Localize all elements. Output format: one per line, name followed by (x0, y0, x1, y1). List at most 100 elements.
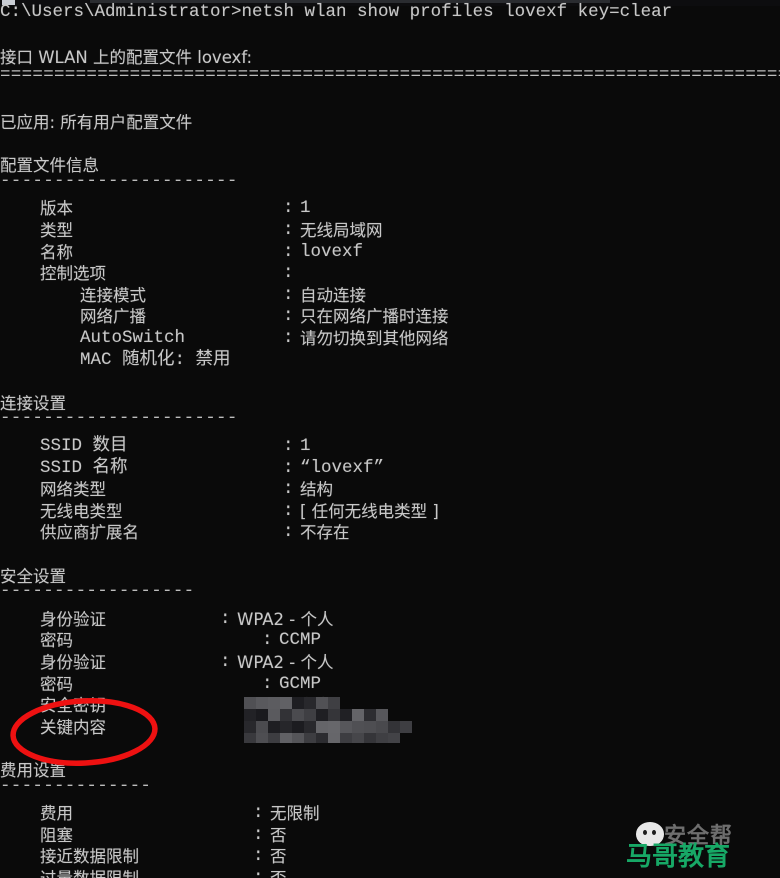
section-dash-rule: -------------- (0, 775, 152, 796)
mosaic-pixel (256, 697, 268, 709)
console-field-row: 密码: GCMP (0, 674, 780, 696)
field-colon: : (253, 824, 264, 845)
field-colon: : (283, 220, 294, 240)
field-label: 过量数据限制 (40, 868, 139, 878)
field-colon: : (283, 263, 294, 284)
field-value: [ 任何无线电类型 ] (300, 501, 439, 521)
field-value: CCMP (279, 630, 322, 651)
mosaic-pixel (268, 697, 280, 709)
blob-eye-right (652, 830, 656, 835)
field-label: AutoSwitch (80, 328, 186, 348)
field-label: 版本 (40, 199, 73, 219)
command-prompt-line: C:\Users\Administrator>netsh wlan show p… (0, 2, 673, 22)
field-value: 否 (270, 825, 287, 845)
mosaic-pixel (376, 721, 388, 733)
console-field-row: 网络类型: 结构 (0, 479, 780, 501)
field-value: 否 (270, 868, 287, 878)
field-label: 控制选项 (40, 264, 106, 284)
mosaic-pixel (316, 733, 328, 743)
section-dash-rule: ---------------------- (0, 170, 238, 191)
mosaic-pixel (400, 721, 412, 733)
console-output-surface[interactable]: C:\Users\Administrator>netsh wlan show p… (0, 2, 780, 878)
field-label: 密码 (40, 631, 73, 651)
field-value: 自动连接 (300, 285, 366, 305)
mosaic-pixel (328, 721, 340, 733)
mosaic-pixel (328, 733, 340, 743)
mosaic-redaction (244, 697, 412, 743)
mosaic-pixel (328, 709, 340, 721)
field-value: 请勿切换到其他网络 (300, 329, 449, 348)
console-field-row: AutoSwitch: 请勿切换到其他网络 (0, 328, 780, 350)
field-value: 1 (300, 436, 311, 456)
console-field-row: SSID 数目:1 (0, 436, 780, 458)
field-value: WPA2 - 个人 (237, 609, 334, 629)
field-label: 密码 (40, 674, 73, 694)
mosaic-pixel (256, 721, 268, 733)
console-field-row: MAC 随机化: 禁用 (0, 350, 780, 372)
field-label: 关键内容 (40, 717, 106, 737)
mosaic-pixel (352, 733, 364, 743)
mosaic-pixel (280, 733, 292, 743)
mosaic-pixel (364, 733, 376, 743)
field-colon: : (283, 198, 294, 219)
console-line: 已应用: 所有用户配置文件 (0, 112, 780, 134)
console-field-row: 控制选项: (0, 263, 780, 285)
field-value: lovexf (300, 241, 364, 262)
console-line: C:\Users\Administrator>netsh wlan show p… (0, 2, 780, 24)
mosaic-pixel (304, 709, 316, 721)
field-colon: : (283, 457, 294, 478)
mosaic-pixel (268, 721, 280, 733)
field-colon: : (283, 328, 294, 348)
equals-separator-rule: ========================================… (0, 64, 780, 85)
field-label: MAC 随机化: 禁用 (80, 349, 231, 370)
console-window: C:\Users\Administrator>netsh wlan show p… (0, 0, 780, 878)
field-label: 连接模式 (80, 285, 146, 305)
watermark: 安全帮 马哥教育 (622, 816, 772, 872)
mosaic-pixel (256, 733, 268, 743)
mosaic-pixel (388, 733, 400, 743)
field-label: 供应商扩展名 (40, 523, 139, 543)
mosaic-pixel (328, 697, 340, 709)
field-colon: : (262, 630, 273, 651)
mosaic-pixel (292, 721, 304, 733)
field-value: WPA2 - 个人 (237, 653, 334, 672)
field-colon: : (283, 241, 294, 262)
mosaic-pixel (244, 721, 256, 733)
field-label: 身份验证 (40, 609, 106, 629)
field-value: 结构 (300, 480, 333, 500)
mosaic-pixel (292, 697, 304, 709)
console-field-row: 名称: lovexf (0, 242, 780, 264)
field-value: 无线局域网 (300, 221, 383, 240)
mosaic-pixel (280, 721, 292, 733)
console-field-row: SSID 名称: “lovexf” (0, 458, 780, 480)
mosaic-pixel (244, 697, 256, 709)
mosaic-pixel (268, 733, 280, 743)
console-field-row: 网络广播: 只在网络广播时连接 (0, 306, 780, 328)
mosaic-pixel (280, 697, 292, 709)
mosaic-pixel (352, 721, 364, 733)
field-value: 只在网络广播时连接 (300, 307, 449, 327)
console-field-row: 连接模式: 自动连接 (0, 285, 780, 307)
console-field-row: 类型: 无线局域网 (0, 220, 780, 242)
field-colon: : (283, 284, 294, 305)
field-colon: : (283, 522, 294, 543)
watermark-brand-text: 马哥教育 (626, 842, 731, 872)
field-label: 阻塞 (40, 825, 73, 845)
console-field-row: 身份验证: WPA2 - 个人 (0, 652, 780, 674)
mosaic-pixel (388, 721, 400, 733)
field-label: 网络类型 (40, 480, 106, 500)
field-colon: : (253, 803, 264, 824)
applied-profiles-line: 已应用: 所有用户配置文件 (0, 113, 193, 132)
mosaic-pixel (292, 709, 304, 721)
field-colon: : (220, 652, 231, 672)
mosaic-pixel (340, 721, 352, 733)
field-value: 1 (300, 198, 311, 219)
field-value: 不存在 (300, 523, 350, 543)
mosaic-pixel (304, 733, 316, 743)
field-colon: : (283, 500, 294, 521)
field-label: 费用 (40, 804, 73, 824)
mosaic-pixel (292, 733, 304, 743)
field-label: 无线电类型 (40, 501, 123, 521)
mosaic-pixel (376, 709, 388, 721)
field-value: GCMP (279, 673, 322, 694)
